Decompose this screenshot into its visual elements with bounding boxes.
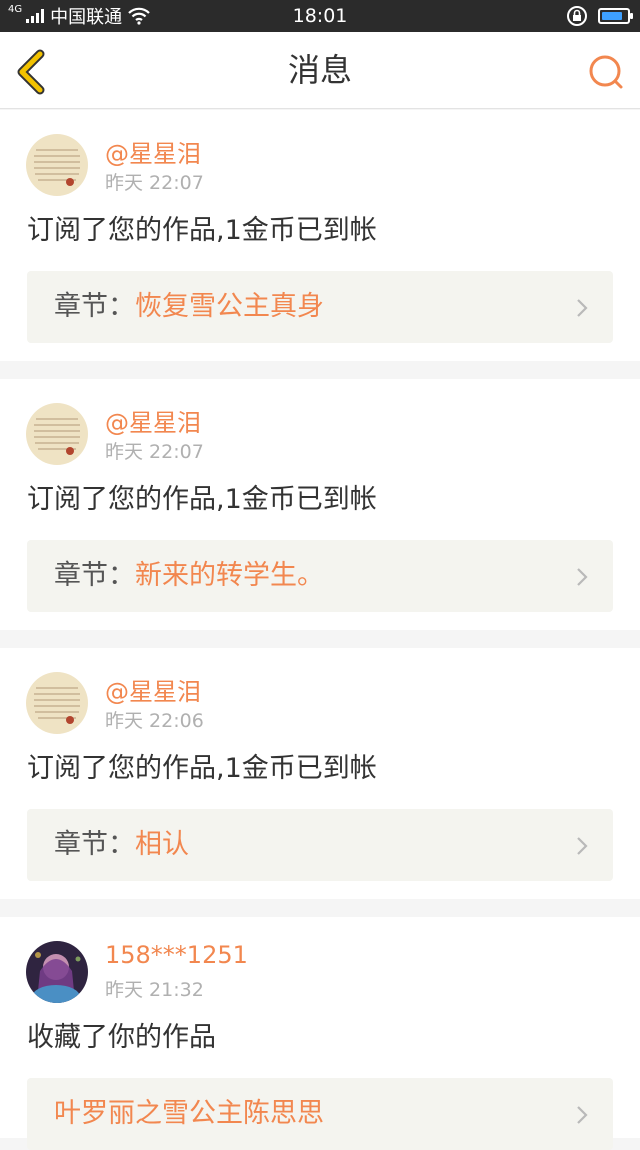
timestamp: 昨天 22:06 (105, 710, 204, 732)
message-text: 订阅了您的作品,1金币已到帐 (27, 215, 377, 246)
chapter-text: 章节：新来的转学生。 (54, 540, 324, 612)
timestamp: 昨天 22:07 (105, 441, 204, 463)
avatar[interactable] (26, 672, 88, 734)
chapter-name: 恢复雪公主真身 (135, 291, 324, 322)
notification-card: @星星泪 昨天 22:07 订阅了您的作品,1金币已到帐 章节：恢复雪公主真身 (0, 110, 640, 361)
user-photo-avatar-image (26, 941, 88, 1003)
search-icon (589, 55, 623, 89)
search-button[interactable] (586, 52, 626, 92)
timestamp: 昨天 21:32 (105, 979, 204, 1001)
battery-fill (602, 12, 622, 20)
message-text: 订阅了您的作品,1金币已到帐 (27, 484, 377, 515)
notification-card: @星星泪 昨天 22:07 订阅了您的作品,1金币已到帐 章节：新来的转学生。 (0, 379, 640, 630)
chapter-name: 相认 (135, 829, 189, 860)
calligraphy-avatar-image (26, 134, 88, 196)
timestamp: 昨天 22:07 (105, 172, 204, 194)
status-time: 18:01 (292, 5, 348, 27)
chapter-label: 章节： (54, 829, 135, 860)
chevron-right-icon (577, 837, 588, 855)
chevron-right-icon (577, 299, 588, 317)
notification-card: @星星泪 昨天 22:06 订阅了您的作品,1金币已到帐 章节：相认 (0, 648, 640, 899)
nav-bar: 消息 (0, 32, 640, 109)
avatar[interactable] (26, 941, 88, 1003)
work-text: 叶罗丽之雪公主陈思思 (54, 1078, 324, 1150)
avatar[interactable] (26, 134, 88, 196)
chapter-link[interactable]: 章节：相认 (27, 809, 613, 881)
chevron-right-icon (577, 568, 588, 586)
message-text: 订阅了您的作品,1金币已到帐 (27, 753, 377, 784)
avatar[interactable] (26, 403, 88, 465)
chevron-right-icon (577, 1106, 588, 1124)
chapter-label: 章节： (54, 291, 135, 322)
status-bar: 4G 中国联通 18:01 (0, 0, 640, 32)
calligraphy-avatar-image (26, 403, 88, 465)
username[interactable]: @星星泪 (105, 134, 201, 169)
chapter-link[interactable]: 章节：新来的转学生。 (27, 540, 613, 612)
page-title: 消息 (287, 51, 352, 89)
work-name: 叶罗丽之雪公主陈思思 (54, 1098, 324, 1129)
username[interactable]: @星星泪 (105, 403, 201, 438)
chapter-text: 章节：相认 (54, 809, 189, 881)
calligraphy-avatar-image (26, 672, 88, 734)
notification-card: 158***1251 昨天 21:32 收藏了你的作品 叶罗丽之雪公主陈思思 (0, 917, 640, 1150)
username[interactable]: 158***1251 (105, 941, 248, 969)
work-link[interactable]: 叶罗丽之雪公主陈思思 (27, 1078, 613, 1150)
battery-icon (598, 8, 633, 24)
message-text: 收藏了你的作品 (27, 1022, 216, 1053)
status-right (566, 0, 633, 32)
rotation-lock-icon (567, 6, 587, 26)
chapter-text: 章节：恢复雪公主真身 (54, 271, 324, 343)
chapter-label: 章节： (54, 560, 135, 591)
chapter-name: 新来的转学生。 (135, 560, 324, 591)
username[interactable]: @星星泪 (105, 672, 201, 707)
chapter-link[interactable]: 章节：恢复雪公主真身 (27, 271, 613, 343)
